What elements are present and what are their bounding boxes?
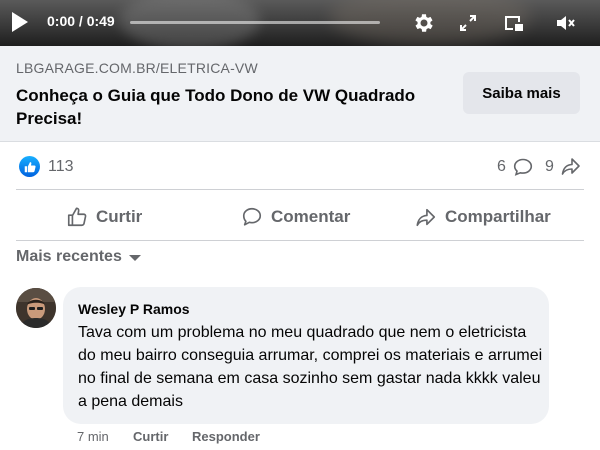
video-progress-bar[interactable] [130, 21, 380, 24]
link-preview-card[interactable]: LBGARAGE.COM.BR/ELETRICA-VW Conheça o Gu… [0, 46, 600, 142]
divider [16, 189, 584, 190]
like-count[interactable]: 113 [48, 158, 74, 176]
comment-bubble-icon[interactable] [513, 158, 533, 176]
link-title[interactable]: Conheça o Guia que Todo Dono de VW Quadr… [16, 84, 436, 130]
comment-author[interactable]: Wesley P Ramos [78, 301, 190, 317]
like-reaction-icon[interactable] [19, 156, 40, 177]
muted-speaker-icon[interactable] [551, 9, 579, 37]
comment-reply-link[interactable]: Responder [192, 429, 260, 444]
learn-more-button[interactable]: Saiba mais [463, 72, 580, 114]
comment-action-label: Comentar [271, 207, 351, 226]
settings-gear-icon[interactable] [410, 9, 438, 37]
comment-like-link[interactable]: Curtir [133, 429, 168, 444]
link-domain: LBGARAGE.COM.BR/ELETRICA-VW [16, 60, 258, 76]
comment-text: Tava com um problema no meu quadrado que… [78, 324, 543, 410]
comment-count[interactable]: 6 [497, 158, 506, 176]
like-action-button[interactable]: Curtir [66, 200, 142, 234]
divider [16, 240, 584, 241]
comment-sort-dropdown[interactable]: Mais recentes [16, 248, 141, 266]
sort-label: Mais recentes [16, 248, 122, 265]
reactions-summary: 113 6 9 [0, 148, 600, 186]
share-action-button[interactable]: Compartilhar [415, 200, 551, 234]
chevron-down-icon [128, 255, 141, 261]
video-time: 0:00 / 0:49 [47, 13, 115, 29]
avatar[interactable] [16, 288, 56, 328]
comment-timestamp[interactable]: 7 min [77, 429, 109, 444]
comment-action-button[interactable]: Comentar [241, 200, 350, 234]
share-count[interactable]: 9 [545, 158, 554, 176]
comment-bubble: Wesley P Ramos Tava com um problema no m… [63, 287, 549, 424]
play-icon[interactable] [12, 12, 28, 32]
share-action-label: Compartilhar [445, 207, 551, 226]
pip-icon[interactable] [500, 9, 528, 37]
share-icon [416, 208, 436, 227]
comment-icon [242, 207, 262, 226]
thumbs-up-icon [67, 207, 87, 227]
like-action-label: Curtir [96, 207, 143, 226]
video-player-controls: 0:00 / 0:49 [0, 0, 600, 46]
share-arrow-icon[interactable] [561, 157, 581, 176]
fullscreen-icon[interactable] [454, 9, 482, 37]
avatar-photo [16, 288, 56, 328]
